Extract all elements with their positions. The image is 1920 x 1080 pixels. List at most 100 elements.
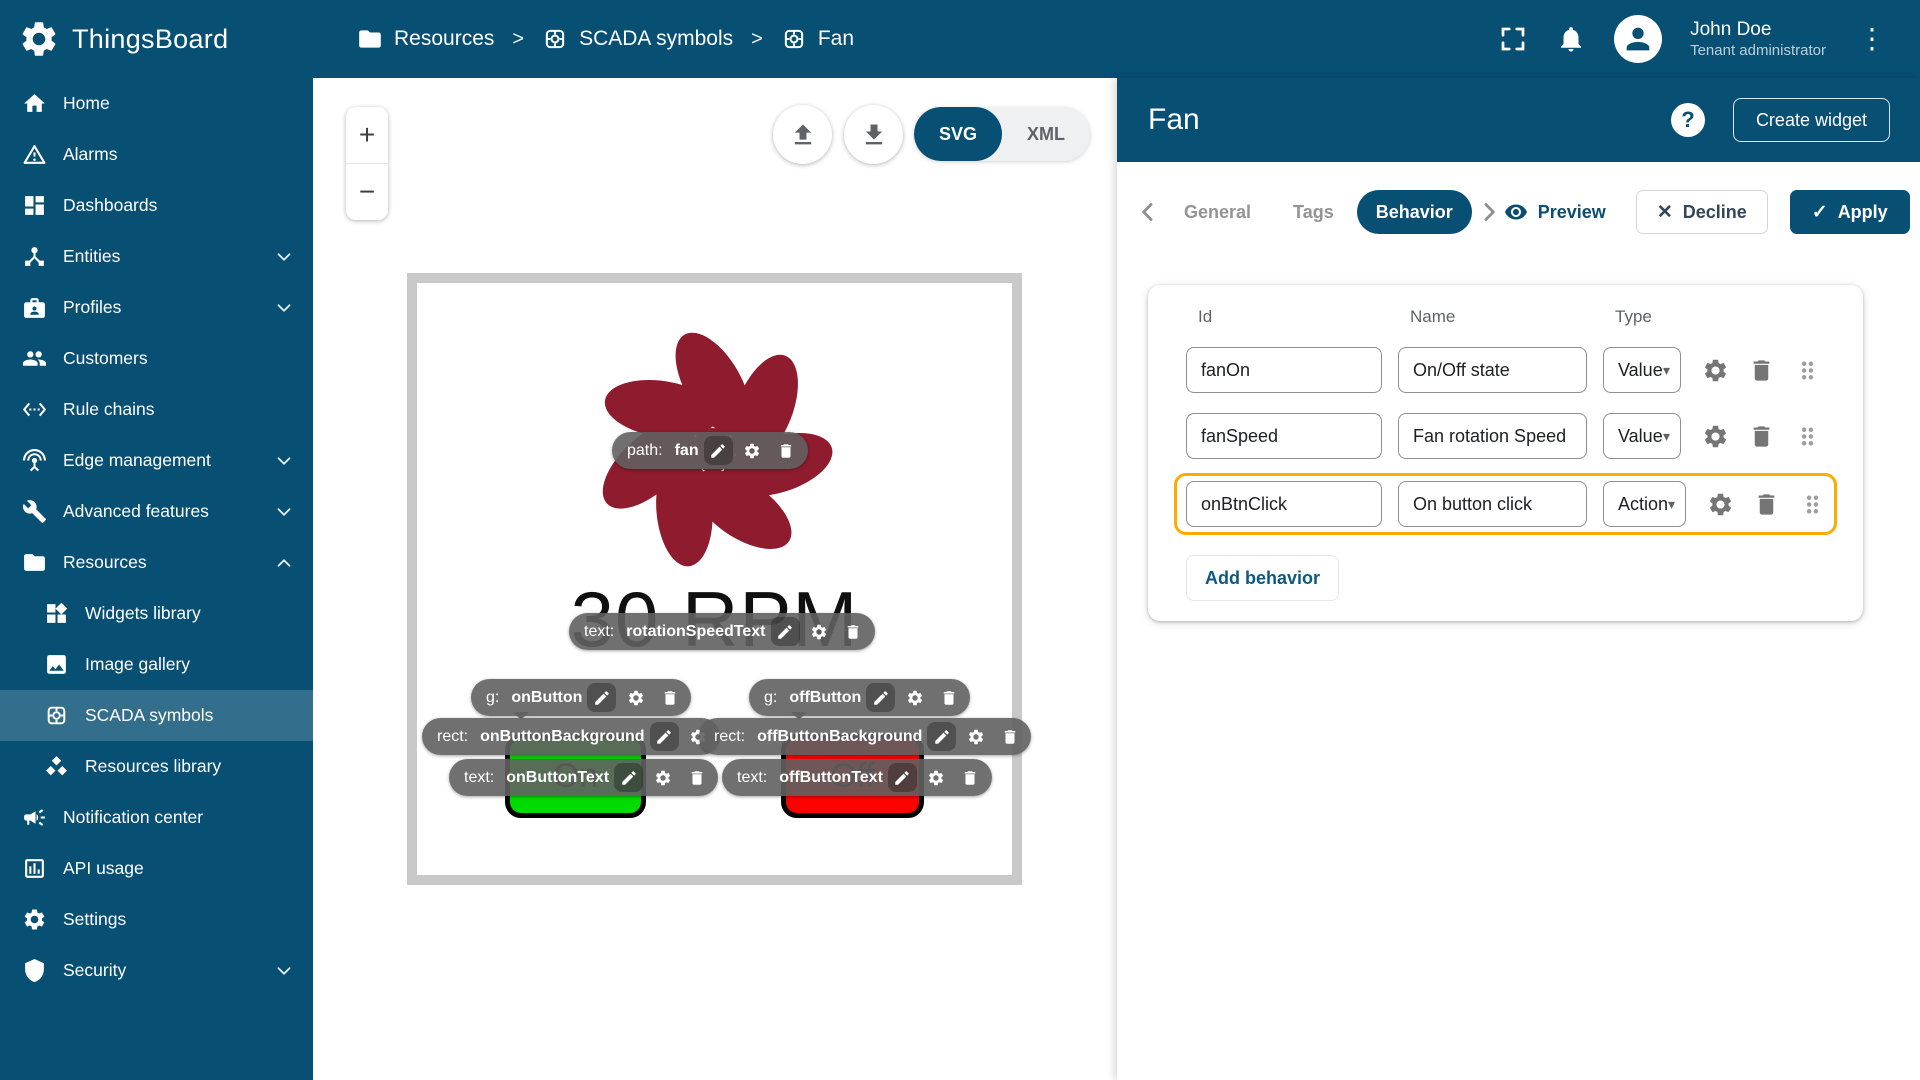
zoom-out-button[interactable]: − xyxy=(346,164,388,220)
help-icon[interactable]: ? xyxy=(1670,103,1705,137)
behavior-type-select[interactable]: Action ▾ xyxy=(1603,481,1687,527)
download-button[interactable] xyxy=(844,105,903,164)
decline-button[interactable]: ✕ Decline xyxy=(1635,190,1768,234)
edit-pencil-icon[interactable] xyxy=(614,763,644,792)
column-header-name: Name xyxy=(1410,307,1456,326)
delete-trash-icon[interactable] xyxy=(655,683,684,712)
sidebar-item-scada-symbols[interactable]: SCADA symbols xyxy=(0,690,313,741)
behavior-id-input[interactable] xyxy=(1186,347,1382,393)
add-behavior-button[interactable]: Add behavior xyxy=(1186,555,1340,601)
drag-handle-icon[interactable] xyxy=(1794,486,1830,522)
settings-gear-icon[interactable] xyxy=(805,617,834,646)
sidebar-item-dashboards[interactable]: Dashboards xyxy=(0,180,313,231)
sidebar-item-label: Settings xyxy=(63,909,127,929)
behavior-name-input[interactable] xyxy=(1398,413,1587,459)
delete-trash-icon[interactable] xyxy=(839,617,868,646)
sidebar-item-rule-chains[interactable]: Rule chains xyxy=(0,384,313,435)
chip-prefix: text: xyxy=(464,768,495,786)
edit-pencil-icon[interactable] xyxy=(703,436,733,465)
behavior-name-input[interactable] xyxy=(1398,347,1587,393)
thingsboard-logo-icon xyxy=(18,18,60,60)
delete-trash-icon[interactable] xyxy=(995,722,1024,751)
create-widget-button[interactable]: Create widget xyxy=(1732,98,1890,142)
sidebar-item-advanced-features[interactable]: Advanced features xyxy=(0,486,313,537)
diamonds-icon xyxy=(44,754,69,779)
settings-gear-icon[interactable] xyxy=(621,683,650,712)
behavior-type-select[interactable]: Value ▾ xyxy=(1603,347,1681,393)
edit-pencil-icon[interactable] xyxy=(887,763,917,792)
upload-button[interactable] xyxy=(773,105,832,164)
sidebar-item-settings[interactable]: Settings xyxy=(0,894,313,945)
toggle-svg[interactable]: SVG xyxy=(914,107,1002,161)
row-settings-gear-icon[interactable] xyxy=(1702,486,1738,522)
preview-button[interactable]: Preview xyxy=(1504,200,1606,224)
edit-pencil-icon[interactable] xyxy=(927,722,957,751)
chevron-right-icon[interactable] xyxy=(1474,197,1504,227)
delete-trash-icon[interactable] xyxy=(682,763,711,792)
tab-tags[interactable]: Tags xyxy=(1274,190,1353,234)
settings-gear-icon[interactable] xyxy=(900,683,929,712)
sidebar-item-label: Resources library xyxy=(85,756,222,776)
sidebar-item-edge-management[interactable]: Edge management xyxy=(0,435,313,486)
type-value: Value xyxy=(1618,359,1663,380)
chip-prefix: rect: xyxy=(714,727,746,745)
sidebar-item-alarms[interactable]: Alarms xyxy=(0,129,313,180)
sidebar-item-label: Entities xyxy=(63,246,121,266)
sidebar-item-image-gallery[interactable]: Image gallery xyxy=(0,639,313,690)
sidebar-item-security[interactable]: Security xyxy=(0,945,313,996)
behavior-table-header: Id Name Type xyxy=(1148,285,1863,341)
zoom-in-button[interactable]: + xyxy=(346,107,388,164)
brand-logo[interactable]: ThingsBoard xyxy=(0,0,313,78)
breadcrumb-scada-symbols[interactable]: SCADA symbols xyxy=(542,26,733,52)
settings-gear-icon[interactable] xyxy=(961,722,990,751)
sidebar-item-resources-library[interactable]: Resources library xyxy=(0,741,313,792)
settings-gear-icon[interactable] xyxy=(738,436,767,465)
settings-gear-icon[interactable] xyxy=(648,763,677,792)
sidebar-item-widgets-library[interactable]: Widgets library xyxy=(0,588,313,639)
tab-general[interactable]: General xyxy=(1165,190,1270,234)
chevron-left-icon[interactable] xyxy=(1133,197,1163,227)
delete-trash-icon[interactable] xyxy=(956,763,985,792)
edit-pencil-icon[interactable] xyxy=(770,617,800,646)
notifications-bell-icon[interactable] xyxy=(1556,24,1586,54)
more-vert-icon[interactable]: ⋮ xyxy=(1854,25,1890,53)
chip-name: rotationSpeedText xyxy=(626,622,766,640)
breadcrumb-fan[interactable]: Fan xyxy=(781,26,854,52)
behavior-id-input[interactable] xyxy=(1186,481,1382,527)
main-area: Resources > SCADA symbols > Fan John Doe… xyxy=(313,0,1920,1080)
eye-icon xyxy=(1504,200,1528,224)
chevron-down-icon xyxy=(273,960,295,982)
row-settings-gear-icon[interactable] xyxy=(1697,352,1733,388)
row-delete-trash-icon[interactable] xyxy=(1748,486,1784,522)
row-delete-trash-icon[interactable] xyxy=(1743,418,1779,454)
behavior-name-input[interactable] xyxy=(1398,481,1587,527)
sidebar-item-profiles[interactable]: Profiles xyxy=(0,282,313,333)
user-info: John Doe Tenant administrator xyxy=(1690,18,1826,61)
wrench-icon xyxy=(22,499,47,524)
drag-handle-icon[interactable] xyxy=(1789,352,1825,388)
breadcrumb-resources[interactable]: Resources xyxy=(357,26,494,52)
edit-pencil-icon[interactable] xyxy=(587,683,617,712)
behavior-id-input[interactable] xyxy=(1186,413,1382,459)
avatar[interactable] xyxy=(1614,15,1663,63)
fullscreen-icon[interactable] xyxy=(1498,24,1528,54)
sidebar-item-customers[interactable]: Customers xyxy=(0,333,313,384)
sidebar-item-resources[interactable]: Resources xyxy=(0,537,313,588)
sidebar-item-home[interactable]: Home xyxy=(0,78,313,129)
delete-trash-icon[interactable] xyxy=(772,436,801,465)
sidebar-item-notification-center[interactable]: Notification center xyxy=(0,792,313,843)
apply-button[interactable]: ✓ Apply xyxy=(1789,190,1910,234)
tab-behavior[interactable]: Behavior xyxy=(1356,190,1472,234)
edit-pencil-icon[interactable] xyxy=(866,683,896,712)
row-delete-trash-icon[interactable] xyxy=(1743,352,1779,388)
row-settings-gear-icon[interactable] xyxy=(1697,418,1733,454)
sidebar-item-entities[interactable]: Entities xyxy=(0,231,313,282)
behavior-type-select[interactable]: Value ▾ xyxy=(1603,413,1681,459)
sidebar-item-label: SCADA symbols xyxy=(85,705,214,725)
toggle-xml[interactable]: XML xyxy=(1002,107,1090,161)
edit-pencil-icon[interactable] xyxy=(649,722,679,751)
sidebar-item-api-usage[interactable]: API usage xyxy=(0,843,313,894)
settings-gear-icon[interactable] xyxy=(922,763,951,792)
drag-handle-icon[interactable] xyxy=(1789,418,1825,454)
delete-trash-icon[interactable] xyxy=(934,683,963,712)
